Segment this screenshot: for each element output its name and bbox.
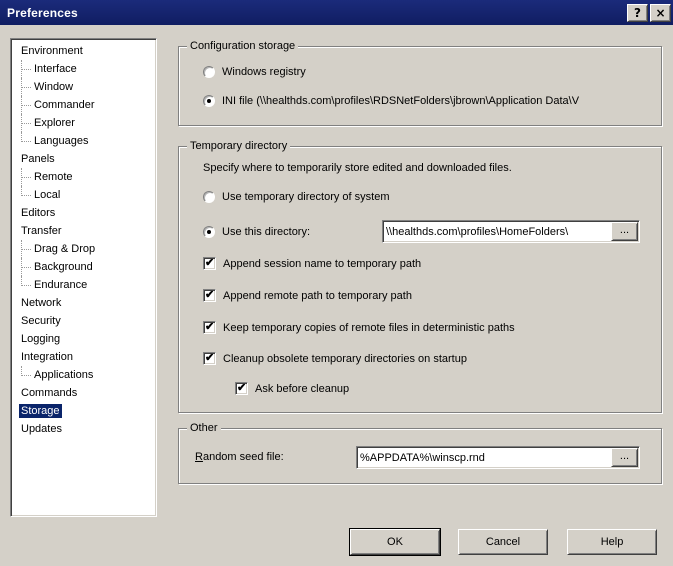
checkbox-icon	[203, 352, 216, 365]
sidebar-item-storage[interactable]: Storage	[11, 402, 156, 420]
tree-branch-icon	[21, 276, 32, 294]
random-seed-label: Random seed file:	[195, 451, 284, 463]
configuration-storage-group: Configuration storage Windows registry I…	[178, 46, 662, 126]
help-button[interactable]: Help	[567, 529, 657, 555]
radio-label: Use this directory:	[222, 226, 310, 238]
sidebar-item-environment[interactable]: Environment	[11, 42, 156, 60]
group-title: Other	[187, 421, 221, 435]
checkbox-icon	[203, 289, 216, 302]
cancel-button[interactable]: Cancel	[458, 529, 548, 555]
checkbox-append-remote-path[interactable]: Append remote path to temporary path	[203, 289, 412, 302]
tree-branch-icon	[21, 60, 32, 78]
sidebar-item-interface[interactable]: Interface	[11, 60, 156, 78]
sidebar-item-network[interactable]: Network	[11, 294, 156, 312]
checkbox-label: Append session name to temporary path	[223, 258, 421, 270]
preferences-tree: Environment Interface Window Commander E…	[10, 38, 157, 517]
sidebar-item-panels[interactable]: Panels	[11, 150, 156, 168]
radio-system-temp-directory[interactable]: Use temporary directory of system	[203, 191, 390, 203]
group-title: Temporary directory	[187, 139, 290, 153]
random-seed-input[interactable]	[360, 450, 609, 465]
sidebar-item-commands[interactable]: Commands	[11, 384, 156, 402]
checkbox-label: Keep temporary copies of remote files in…	[223, 322, 515, 334]
temp-directory-field: ...	[382, 220, 640, 243]
radio-label: INI file (\\healthds.com\profiles\RDSNet…	[222, 95, 579, 107]
temp-directory-description: Specify where to temporarily store edite…	[203, 162, 512, 174]
other-group: Other Random seed file: ...	[178, 428, 662, 484]
radio-icon	[203, 95, 215, 107]
browse-directory-button[interactable]: ...	[611, 222, 638, 241]
sidebar-item-applications[interactable]: Applications	[11, 366, 156, 384]
tree-branch-icon	[21, 96, 32, 114]
tree-branch-icon	[21, 366, 32, 384]
title-bar: Preferences ? ×	[0, 0, 673, 25]
radio-ini-file[interactable]: INI file (\\healthds.com\profiles\RDSNet…	[203, 95, 655, 107]
sidebar-item-remote[interactable]: Remote	[11, 168, 156, 186]
tree-branch-icon	[21, 258, 32, 276]
checkbox-icon	[203, 321, 216, 334]
sidebar-item-security[interactable]: Security	[11, 312, 156, 330]
checkbox-label: Ask before cleanup	[255, 383, 349, 395]
radio-windows-registry[interactable]: Windows registry	[203, 66, 306, 78]
help-icon[interactable]: ?	[627, 4, 648, 22]
tree-branch-icon	[21, 240, 32, 258]
tree-branch-icon	[21, 186, 32, 204]
random-seed-label-row: Random seed file:	[195, 451, 284, 463]
checkbox-cleanup-obsolete[interactable]: Cleanup obsolete temporary directories o…	[203, 352, 467, 365]
sidebar-item-updates[interactable]: Updates	[11, 420, 156, 438]
sidebar-item-integration[interactable]: Integration	[11, 348, 156, 366]
sidebar-item-endurance[interactable]: Endurance	[11, 276, 156, 294]
tree-branch-icon	[21, 78, 32, 96]
ok-button[interactable]: OK	[350, 529, 440, 555]
sidebar-item-window[interactable]: Window	[11, 78, 156, 96]
tree-branch-icon	[21, 168, 32, 186]
checkbox-append-session-name[interactable]: Append session name to temporary path	[203, 257, 421, 270]
tree-branch-icon	[21, 132, 32, 150]
group-title: Configuration storage	[187, 39, 298, 53]
preferences-dialog: { "window": { "title": "Preferences", "h…	[0, 0, 673, 566]
sidebar-item-logging[interactable]: Logging	[11, 330, 156, 348]
checkbox-label: Append remote path to temporary path	[223, 290, 412, 302]
tree-branch-icon	[21, 114, 32, 132]
sidebar-item-drag-drop[interactable]: Drag & Drop	[11, 240, 156, 258]
temporary-directory-group: Temporary directory Specify where to tem…	[178, 146, 662, 413]
sidebar-item-commander[interactable]: Commander	[11, 96, 156, 114]
checkbox-icon	[203, 257, 216, 270]
window-title: Preferences	[0, 6, 78, 20]
radio-label: Windows registry	[222, 66, 306, 78]
temp-directory-input[interactable]	[386, 224, 609, 239]
radio-icon	[203, 191, 215, 203]
radio-icon	[203, 66, 215, 78]
checkbox-ask-before-cleanup[interactable]: Ask before cleanup	[235, 382, 349, 395]
sidebar-item-transfer[interactable]: Transfer	[11, 222, 156, 240]
checkbox-deterministic-paths[interactable]: Keep temporary copies of remote files in…	[203, 321, 515, 334]
radio-use-this-directory[interactable]: Use this directory:	[203, 226, 310, 238]
checkbox-label: Cleanup obsolete temporary directories o…	[223, 353, 467, 365]
close-icon[interactable]: ×	[650, 4, 671, 22]
sidebar-item-editors[interactable]: Editors	[11, 204, 156, 222]
random-seed-field: ...	[356, 446, 640, 469]
sidebar-item-local[interactable]: Local	[11, 186, 156, 204]
sidebar-item-background[interactable]: Background	[11, 258, 156, 276]
checkbox-icon	[235, 382, 248, 395]
sidebar-item-explorer[interactable]: Explorer	[11, 114, 156, 132]
radio-label: Use temporary directory of system	[222, 191, 390, 203]
radio-icon	[203, 226, 215, 238]
browse-seed-button[interactable]: ...	[611, 448, 638, 467]
sidebar-item-languages[interactable]: Languages	[11, 132, 156, 150]
